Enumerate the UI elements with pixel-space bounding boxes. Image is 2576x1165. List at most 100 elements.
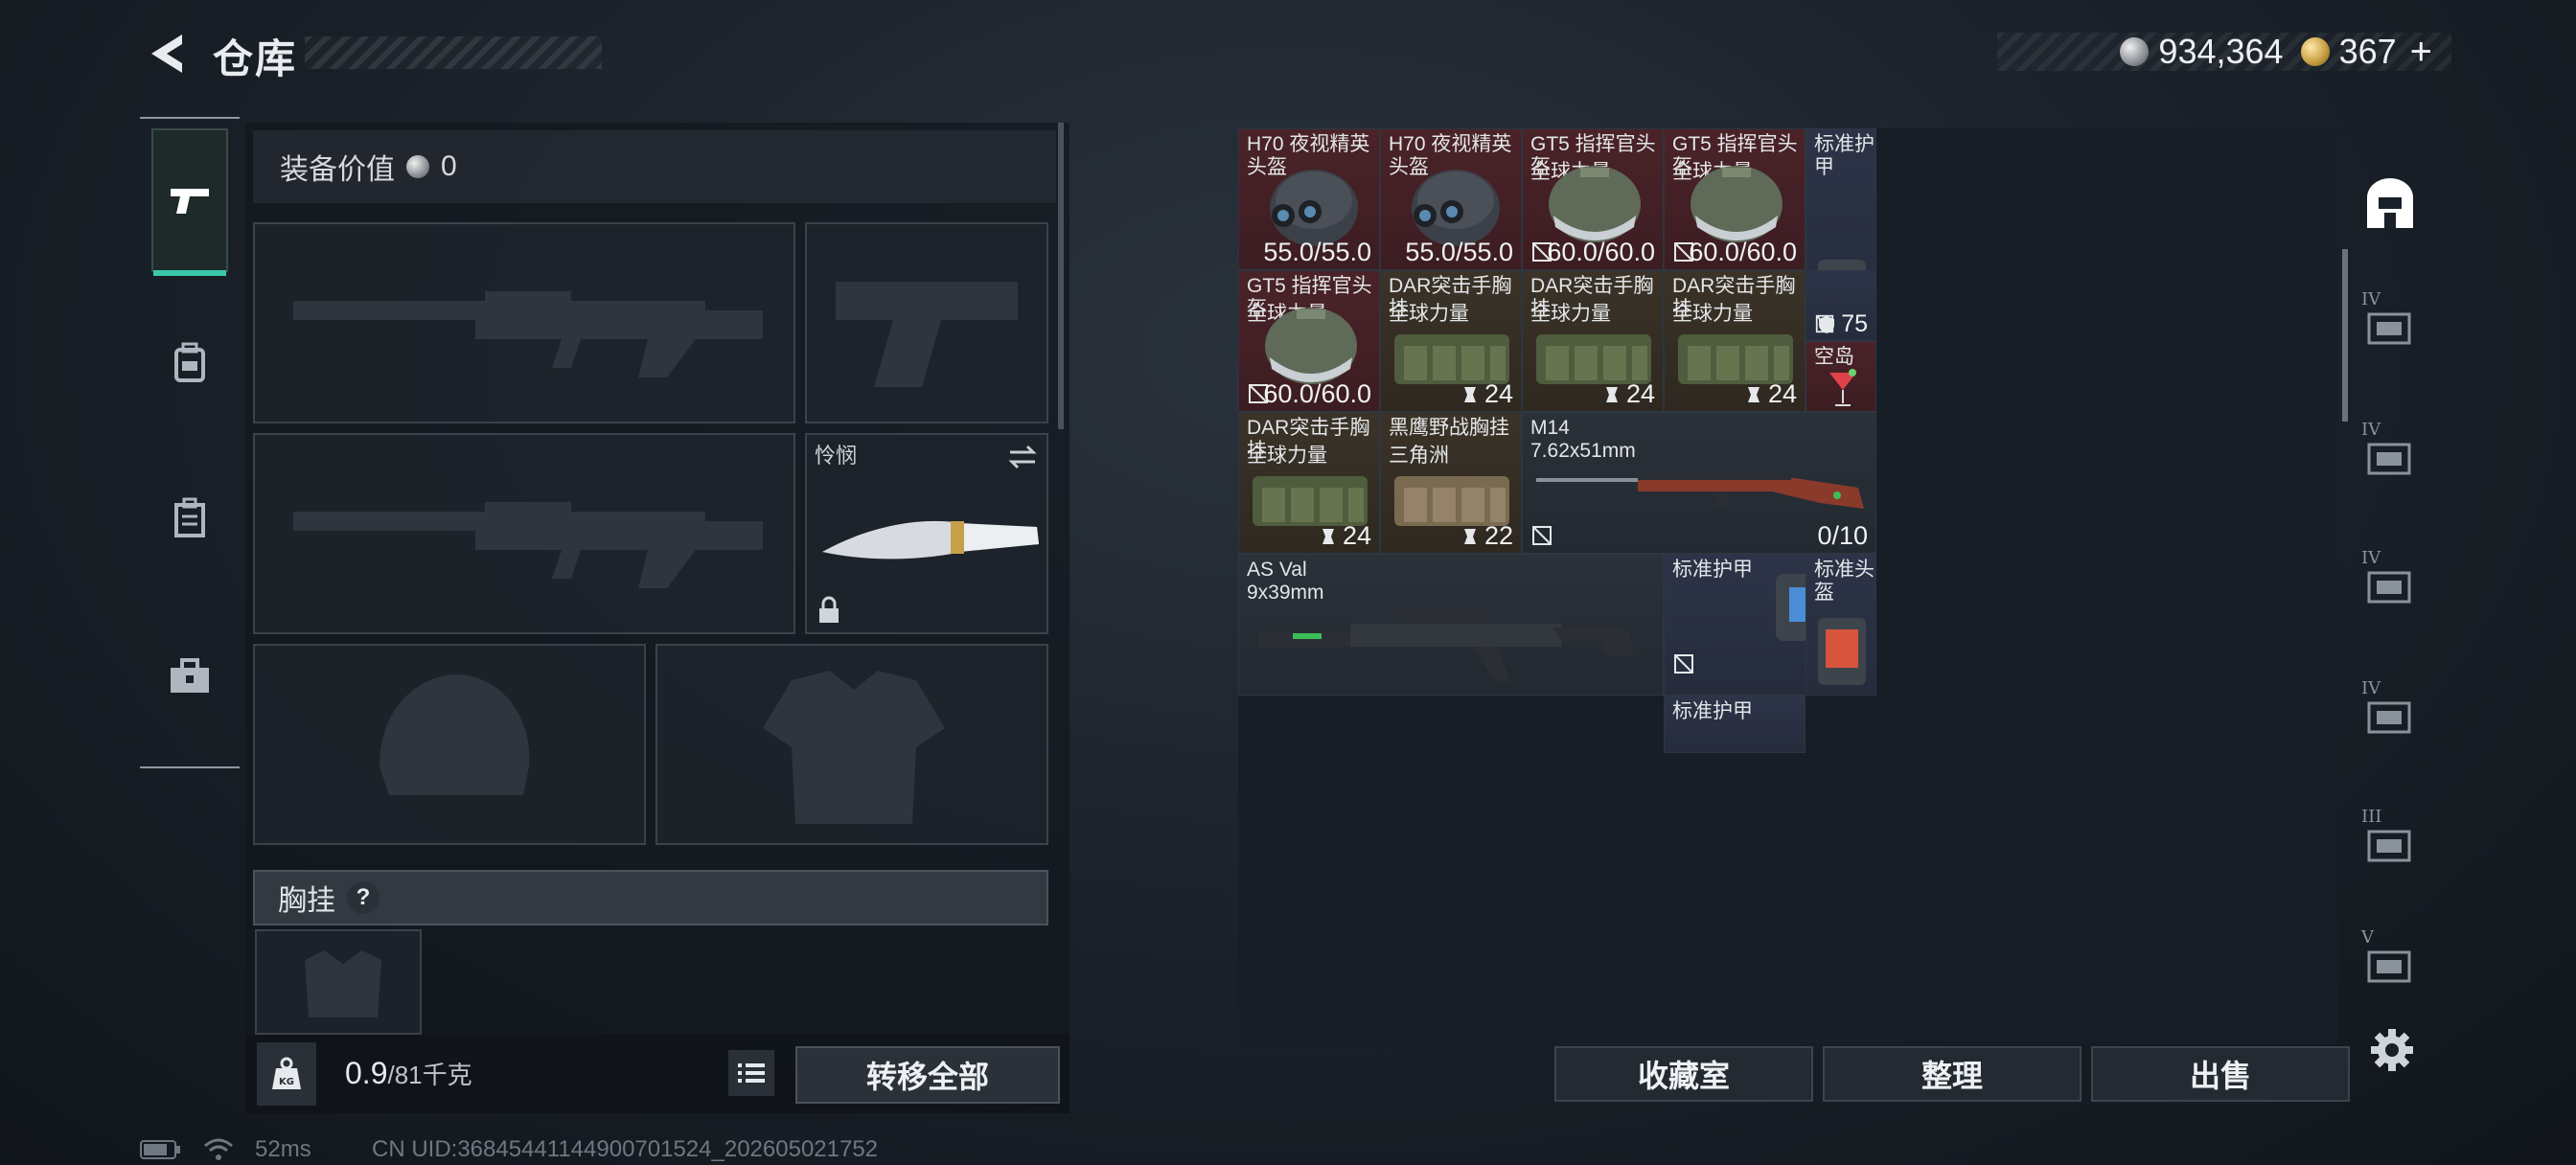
capacity: 24	[1745, 379, 1797, 409]
weight-bar: KG 0.9/81千克 转移全部	[245, 1035, 1070, 1113]
stash-item[interactable]: DAR突击手胸挂 全球力量 24	[1664, 270, 1806, 412]
add-currency-button[interactable]: +	[2410, 31, 2432, 74]
primary-weapon-slot[interactable]	[253, 222, 795, 423]
category-equipment[interactable]	[151, 291, 228, 435]
item-name: 黑鹰野战胸挂	[1389, 417, 1509, 439]
commander-helmet-icon	[1549, 166, 1641, 242]
no-insurance-icon	[1532, 526, 1552, 545]
stash-item[interactable]: H70 夜视精英头盔 55.0/55.0	[1238, 128, 1380, 270]
item-name: 标准头盔	[1814, 559, 1874, 604]
item-name: 标准护甲	[1814, 133, 1874, 178]
category-rail	[140, 117, 240, 768]
capacity-value: 24	[1625, 379, 1655, 408]
capacity: 24	[1320, 521, 1371, 551]
category-tools[interactable]	[151, 604, 228, 747]
capacity-icon	[1463, 386, 1476, 402]
tab-stash-2[interactable]: IV	[2342, 400, 2438, 515]
tier-label: IV	[2361, 548, 2381, 568]
stash-item[interactable]: 标准头盔	[1806, 554, 1876, 696]
category-weapons[interactable]	[151, 128, 228, 276]
tab-stash-1[interactable]: IV	[2342, 270, 2438, 385]
capacity-value: 22	[1484, 521, 1513, 550]
currency-bar: 934,364 367 +	[1997, 31, 2451, 74]
stash-item[interactable]: M14 7.62x51mm 0/10	[1522, 412, 1876, 554]
melee-slot[interactable]: 怜悯	[805, 433, 1048, 634]
melee-name: 怜悯	[815, 444, 858, 468]
weight-max: /81千克	[387, 1061, 472, 1089]
category-containers[interactable]	[151, 446, 228, 590]
title-decoration	[305, 36, 602, 69]
cocktail-icon	[1829, 369, 1856, 406]
equipment-value-bar: 装备价值 0	[253, 130, 1056, 203]
item-name: 标准护甲	[1672, 700, 1753, 722]
storage-tab-icon	[2367, 571, 2411, 604]
storage-tab-icon	[2367, 443, 2411, 475]
durability: 60.0/60.0	[1689, 238, 1797, 266]
helmet-slot[interactable]	[253, 644, 646, 845]
swap-icon[interactable]	[1006, 443, 1039, 471]
storage-tab-icon	[2367, 830, 2411, 862]
rail-divider	[140, 766, 240, 768]
stash-item[interactable]: DAR突击手胸挂 全球力量 24	[1522, 270, 1664, 412]
back-button[interactable]	[134, 29, 201, 79]
equipment-value: 0	[441, 150, 457, 182]
case-icon	[174, 497, 205, 537]
stash-item[interactable]: GT5 指挥官头盔 全球力量 60.0/60.0	[1664, 128, 1806, 270]
stash-grid: H70 夜视精英头盔 55.0/55.0 H70 夜视精英头盔 55.0/55.…	[1238, 128, 2338, 1044]
stash-item[interactable]: GT5 指挥官头盔 全球力量 60.0/60.0	[1522, 128, 1664, 270]
stash-item[interactable]: DAR突击手胸挂 全球力量 24	[1380, 270, 1522, 412]
silver-coin-icon	[2120, 37, 2150, 66]
stash-item[interactable]: 黑鹰野战胸挂 三角洲 22	[1380, 412, 1522, 554]
transfer-all-button[interactable]: 转移全部	[795, 1046, 1060, 1104]
stash-item[interactable]: 标准护甲	[1664, 696, 1806, 753]
capacity-icon	[1747, 386, 1760, 402]
stash-item[interactable]: AS Val 9x39mm	[1238, 554, 1664, 696]
durability: 55.0/55.0	[1263, 238, 1371, 266]
armor-class: 75	[1818, 310, 1868, 338]
gold-coin-icon	[2300, 37, 2330, 66]
tab-all-stash[interactable]	[2342, 146, 2438, 261]
pistol-silhouette-icon	[836, 282, 1018, 387]
tab-stash-5[interactable]: III	[2342, 788, 2438, 902]
chest-rig-label: 胸挂	[278, 885, 335, 917]
ammo-count: 0/10	[1817, 521, 1868, 550]
silver-amount: 934,364	[2158, 32, 2284, 71]
armor-slot[interactable]	[656, 644, 1048, 845]
toolbox-icon	[171, 658, 209, 693]
sort-button[interactable]: 整理	[1823, 1046, 2082, 1102]
stash-item[interactable]: GT5 指挥官头盔 全球力量 60.0/60.0	[1238, 270, 1380, 412]
list-view-button[interactable]	[728, 1050, 774, 1096]
item-caliber: 7.62x51mm	[1530, 440, 1636, 462]
tab-stash-6[interactable]: V	[2342, 908, 2438, 1023]
stash-item[interactable]: DAR突击手胸挂 全球力量 24	[1238, 412, 1380, 554]
help-button[interactable]: ?	[347, 881, 380, 914]
settings-button[interactable]	[2363, 1021, 2421, 1079]
secondary-weapon-slot[interactable]	[253, 433, 795, 634]
silver-coin-icon	[406, 155, 429, 178]
status-bar: 52ms	[140, 1136, 311, 1163]
sell-button[interactable]: 出售	[2091, 1046, 2350, 1102]
rifle-silhouette-icon	[293, 291, 763, 377]
stash-home-icon	[2367, 178, 2413, 228]
tab-stash-4[interactable]: IV	[2342, 659, 2438, 774]
stash-item-footer[interactable]: 75	[1806, 270, 1876, 341]
nvg-helmet-icon	[1270, 170, 1358, 246]
knife-icon	[822, 520, 1039, 560]
commander-helmet-icon	[1265, 308, 1357, 384]
user-id: CN UID:36845441144900701524_202605021752	[372, 1136, 879, 1162]
back-arrow-icon	[151, 34, 182, 73]
stash-item[interactable]: H70 夜视精英头盔 55.0/55.0	[1380, 128, 1522, 270]
gold-currency[interactable]: 367 +	[2300, 31, 2432, 74]
tab-stash-3[interactable]: IV	[2342, 529, 2438, 644]
tier-label: IV	[2361, 289, 2381, 309]
item-name: M14	[1530, 417, 1570, 439]
equipment-scrollbar[interactable]	[1058, 123, 1064, 429]
chest-rig-slot[interactable]	[255, 929, 422, 1035]
pistol-slot[interactable]	[805, 222, 1048, 423]
stash-item[interactable]: 空岛	[1806, 341, 1876, 412]
tier-label: IV	[2361, 420, 2381, 440]
ping-value: 52ms	[255, 1136, 311, 1162]
collection-room-button[interactable]: 收藏室	[1554, 1046, 1813, 1102]
capacity-icon	[1605, 386, 1618, 402]
shield-icon	[1819, 315, 1835, 333]
